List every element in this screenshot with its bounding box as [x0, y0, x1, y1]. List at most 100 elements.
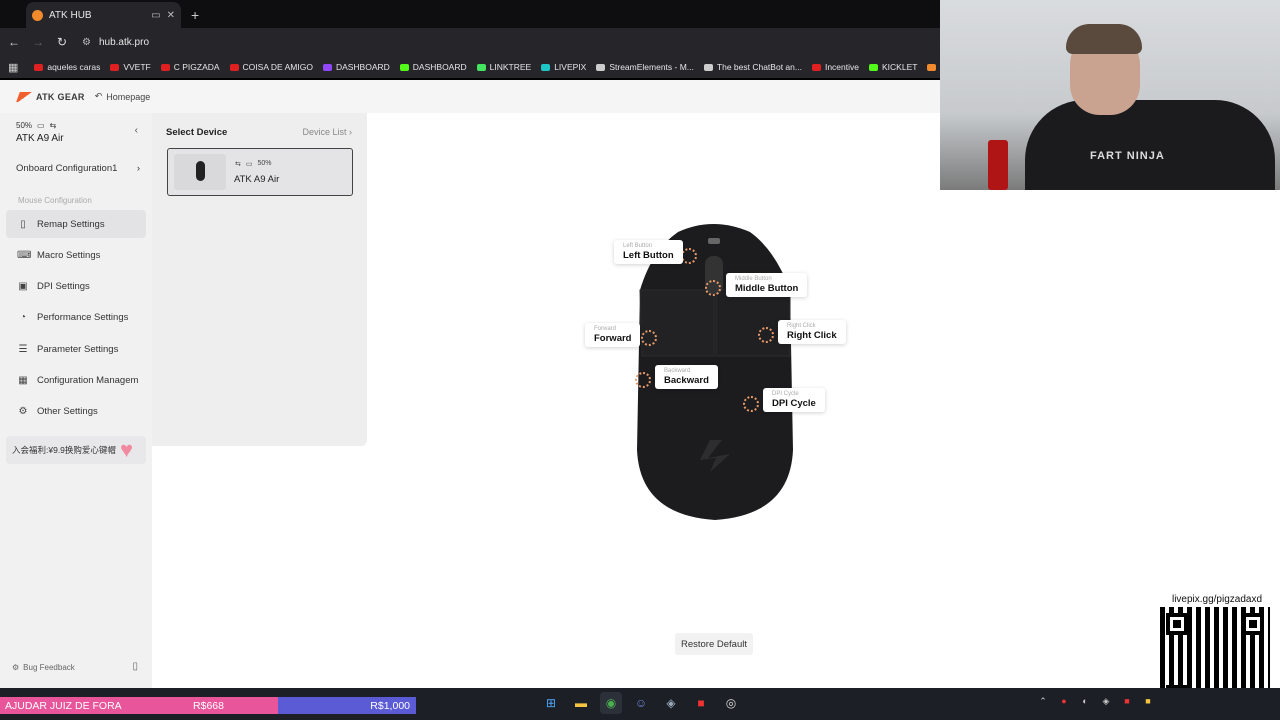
card-battery: 50%: [257, 160, 272, 167]
tray-app-icon[interactable]: ●: [1057, 696, 1071, 707]
connection-icon: ⇆: [235, 161, 241, 168]
back-icon[interactable]: ←: [2, 35, 26, 49]
right-click-callout[interactable]: Right Click Right Click: [778, 320, 846, 344]
atk-logo-icon: [16, 91, 34, 102]
bookmark-favicon-icon: [541, 63, 551, 71]
chrome-icon[interactable]: ◉: [600, 692, 622, 714]
bookmark-item[interactable]: The best ChatBot an...: [703, 62, 802, 72]
device-card[interactable]: ⇆ ▭ 50% ATK A9 Air: [167, 148, 353, 196]
tray-steam-icon[interactable]: ◈: [1099, 696, 1113, 707]
backward-callout[interactable]: Backward Backward: [655, 365, 718, 389]
tray-app-icon[interactable]: ■: [1141, 696, 1155, 707]
device-thumbnail: [174, 154, 226, 190]
streamer-hair: [1066, 24, 1142, 54]
bookmark-favicon-icon: [811, 63, 821, 71]
forward-callout[interactable]: Forward Forward: [585, 323, 641, 347]
sidebar-toggle-icon[interactable]: ▯: [132, 661, 138, 672]
dpi-cycle-hotspot[interactable]: [743, 396, 759, 412]
bookmark-item[interactable]: Incentive: [811, 62, 859, 72]
menu-item-label: DPI Settings: [37, 281, 90, 293]
menu-item-configuration-managem[interactable]: ▦ Configuration Managem: [6, 366, 146, 394]
promo-banner[interactable]: 入会福利:¥9.9换购爱心键帽 ♥: [6, 436, 146, 464]
forward-hotspot[interactable]: [641, 330, 657, 346]
bookmark-item[interactable]: LIVEPIX: [541, 62, 586, 72]
brand-logo[interactable]: ATK GEAR: [16, 91, 85, 102]
forward-icon[interactable]: →: [26, 35, 50, 49]
windows-start-icon[interactable]: ⊞: [540, 692, 562, 714]
address-bar[interactable]: ⚙ hub.atk.pro: [82, 37, 149, 48]
bookmark-item[interactable]: VVETF: [110, 62, 151, 72]
bookmark-item[interactable]: DASHBOARD: [399, 62, 467, 72]
bookmark-item[interactable]: KICKLET: [869, 62, 917, 72]
discord-icon[interactable]: ☺: [630, 692, 652, 714]
obs-icon[interactable]: ◎: [720, 692, 742, 714]
homepage-label: Homepage: [106, 91, 151, 102]
menu-item-remap-settings[interactable]: ▯ Remap Settings: [6, 210, 146, 238]
sliders-icon: ☰: [18, 343, 28, 355]
left-button-hotspot[interactable]: [681, 248, 697, 264]
bookmark-favicon-icon: [703, 63, 713, 71]
tray-app-icon[interactable]: ◐: [1078, 696, 1092, 707]
battery-icon: ▭: [245, 161, 253, 168]
bookmark-item[interactable]: StreamElements - M...: [596, 62, 694, 72]
device-select-panel: Select Device Device List › ⇆ ▭ 50% ATK …: [152, 113, 367, 446]
menu-item-label: Configuration Managem: [37, 374, 139, 386]
bug-feedback-link[interactable]: ⚙ Bug Feedback: [12, 663, 75, 672]
bookmark-item[interactable]: ATK HUB: [927, 62, 940, 72]
middle-button-callout[interactable]: Middle Button Middle Button: [726, 273, 808, 297]
bookmark-favicon-icon: [34, 63, 44, 71]
left-button-callout[interactable]: Left Button Left Button: [614, 240, 683, 264]
bookmark-item[interactable]: LINKTREE: [476, 62, 532, 72]
tray-app-icon[interactable]: ■: [1120, 696, 1134, 707]
battery-level: 50%: [16, 121, 33, 130]
sidebar: 50% ▭ ⇆ ATK A9 Air ‹ Onboard Configurati…: [0, 113, 152, 688]
menu-item-performance-settings[interactable]: ◔ Performance Settings: [6, 304, 146, 332]
file-explorer-icon[interactable]: ▬: [570, 692, 592, 714]
device-name: ATK A9 Air: [16, 133, 64, 144]
chevron-left-icon[interactable]: ‹: [135, 125, 138, 136]
bug-icon: ⚙: [12, 663, 20, 672]
reload-icon[interactable]: ↻: [50, 35, 74, 49]
tab-close-icon[interactable]: ✕: [167, 10, 175, 21]
dpi-cycle-callout[interactable]: DPI Cycle DPI Cycle: [763, 388, 825, 412]
menu-item-other-settings[interactable]: ⚙ Other Settings: [6, 398, 146, 426]
battery-icon: ▭: [37, 121, 45, 130]
device-list-link[interactable]: Device List ›: [302, 127, 352, 138]
bookmark-item[interactable]: COISA DE AMIGO: [229, 62, 313, 72]
bookmark-favicon-icon: [110, 63, 120, 71]
homepage-link[interactable]: ↶ Homepage: [95, 91, 151, 102]
steam-icon[interactable]: ◈: [660, 692, 682, 714]
current-device[interactable]: 50% ▭ ⇆ ATK A9 Air: [16, 121, 144, 144]
browser-tab[interactable]: ATK HUB ▭ ✕: [26, 2, 181, 28]
onboard-config-selector[interactable]: Onboard Configuration1 ›: [16, 163, 140, 174]
right-click-hotspot[interactable]: [758, 327, 774, 343]
bookmark-label: COISA DE AMIGO: [242, 62, 313, 72]
heart-icon: ♥: [120, 437, 134, 462]
app-red-icon[interactable]: ■: [690, 692, 712, 714]
bookmark-label: VVETF: [123, 62, 151, 72]
streamer-shirt: [1025, 100, 1275, 190]
home-return-icon: ↶: [94, 91, 103, 101]
backward-hotspot[interactable]: [635, 372, 651, 388]
brand-name: ATK GEAR: [36, 91, 85, 102]
tray-chevron-icon[interactable]: ⌃: [1036, 696, 1050, 707]
bookmark-item[interactable]: DASHBOARD: [322, 62, 390, 72]
apps-grid-icon[interactable]: ▦: [8, 61, 18, 74]
bookmark-favicon-icon: [160, 63, 170, 71]
middle-button-hotspot[interactable]: [705, 280, 721, 296]
menu-item-label: Other Settings: [37, 406, 98, 418]
menu-item-parameter-settings[interactable]: ☰ Parameter Settings: [6, 335, 146, 363]
restore-default-button[interactable]: Restore Default: [675, 633, 753, 655]
new-tab-icon[interactable]: +: [191, 7, 199, 23]
bookmark-label: aqueles caras: [47, 62, 101, 72]
site-info-icon[interactable]: ⚙: [82, 37, 91, 48]
webcam-overlay: FART NINJA: [940, 0, 1280, 190]
red-cup: [988, 140, 1008, 190]
bookmark-item[interactable]: aqueles caras: [34, 62, 100, 72]
menu-item-dpi-settings[interactable]: ▣ DPI Settings: [6, 273, 146, 301]
bookmark-item[interactable]: C PIGZADA: [160, 62, 220, 72]
tab-media-icon[interactable]: ▭: [151, 10, 160, 21]
bookmark-label: LINKTREE: [489, 62, 532, 72]
menu-item-macro-settings[interactable]: ⌨ Macro Settings: [6, 241, 146, 269]
grid-icon: ▦: [18, 374, 28, 386]
